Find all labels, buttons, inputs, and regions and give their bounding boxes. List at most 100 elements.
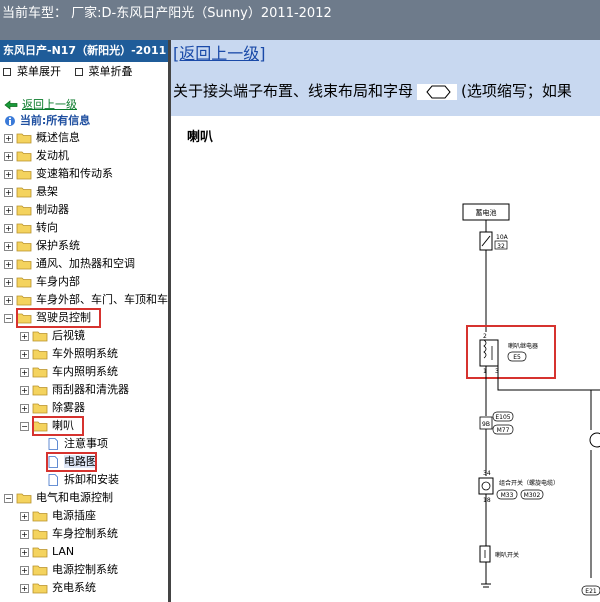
- section-title: 喇叭: [187, 130, 214, 145]
- description-tail: (选项缩写；如果: [461, 82, 572, 100]
- expand-toggle-icon[interactable]: +: [4, 133, 13, 143]
- expand-toggle-icon[interactable]: +: [20, 511, 29, 521]
- folder-icon: [32, 529, 48, 540]
- tree-item-label: 充电系统: [52, 581, 96, 594]
- expand-toggle-icon[interactable]: +: [20, 583, 29, 593]
- expand-toggle-icon[interactable]: +: [4, 277, 13, 287]
- tree-item-label: 保护系统: [36, 239, 80, 252]
- folder-icon: [16, 223, 32, 234]
- tree-item[interactable]: + 发动机: [4, 147, 69, 165]
- back-link[interactable]: 返回上一级: [22, 98, 77, 111]
- folder-icon: [32, 565, 48, 576]
- expand-toggle-icon[interactable]: +: [20, 385, 29, 395]
- folder-icon: [32, 547, 48, 558]
- tree-item[interactable]: + 充电系统: [20, 579, 96, 597]
- folder-icon: [32, 331, 48, 342]
- sidebar-controls: 菜单展开 菜单折叠: [0, 62, 168, 82]
- back-arrow-icon: [4, 100, 18, 110]
- tree-item-label: 通风、加热器和空调: [36, 257, 135, 270]
- tree-item-label: 除雾器: [52, 401, 85, 414]
- tree-item[interactable]: + 后视镜: [20, 327, 85, 345]
- collapse-toggle-icon[interactable]: −: [4, 493, 13, 503]
- folder-icon: [32, 403, 48, 414]
- tree-item[interactable]: + 电源控制系统: [20, 561, 118, 579]
- tree-item[interactable]: + 制动器: [4, 201, 69, 219]
- collapse-toggle-icon[interactable]: −: [4, 313, 13, 323]
- horn-icon: [589, 432, 600, 448]
- combination-switch: 34 组合开关（螺旋电缆） 18 M33 M302: [478, 470, 559, 504]
- tree-item[interactable]: + 悬架: [4, 183, 58, 201]
- tree-item[interactable]: + LAN: [20, 543, 74, 561]
- folder-icon: [16, 295, 32, 306]
- tree-item[interactable]: + 保护系统: [4, 237, 80, 255]
- tree-item-label: 车外照明系统: [52, 347, 118, 360]
- expand-toggle-icon[interactable]: +: [20, 403, 29, 413]
- tree-item[interactable]: − 电气和电源控制: [4, 489, 113, 507]
- current-location-label: 当前:所有信息: [19, 114, 91, 127]
- expand-toggle-icon[interactable]: +: [20, 367, 29, 377]
- collapse-all-button[interactable]: 菜单折叠: [74, 62, 133, 82]
- folder-icon: [16, 151, 32, 162]
- tree-item[interactable]: + 车内照明系统: [20, 363, 118, 381]
- sidebar-back-row[interactable]: 返回上一级: [4, 96, 77, 112]
- expand-toggle-icon[interactable]: +: [4, 259, 13, 269]
- expand-toggle-icon[interactable]: +: [4, 169, 13, 179]
- tree-item[interactable]: + 除雾器: [20, 399, 85, 417]
- tree-item-label: 电源插座: [52, 509, 96, 522]
- expand-toggle-icon[interactable]: +: [20, 529, 29, 539]
- document-icon: [48, 438, 58, 450]
- tree-item-label: 注意事项: [64, 437, 108, 450]
- content-back-link[interactable]: [返回上一级]: [173, 40, 266, 64]
- tree-item[interactable]: 注意事项: [48, 435, 108, 453]
- option-tag-icon: [417, 83, 458, 100]
- current-location: 当前:所有信息: [4, 112, 90, 128]
- tree-item[interactable]: + 变速箱和传动系: [4, 165, 113, 183]
- tree-item[interactable]: + 车外照明系统: [20, 345, 118, 363]
- tree-item[interactable]: + 车身内部: [4, 273, 80, 291]
- folder-icon: [16, 169, 32, 180]
- folder-icon: [16, 493, 32, 504]
- expand-toggle-icon[interactable]: +: [4, 241, 13, 251]
- sidebar-header: 东风日产-N17（新阳光）-2011: [0, 40, 168, 62]
- combo-switch-label: 组合开关（螺旋电缆）: [499, 479, 559, 487]
- tree-item[interactable]: + 雨刮器和清洗器: [20, 381, 129, 399]
- connector-e105: E105 9B M77: [479, 411, 514, 435]
- collapse-toggle-icon[interactable]: −: [20, 421, 29, 431]
- tree-item[interactable]: 拆卸和安装: [48, 471, 119, 489]
- tree-item-label: 制动器: [36, 203, 69, 216]
- tree-item[interactable]: + 车身外部、车门、车顶和车: [4, 291, 168, 309]
- horn-switch-label: 喇叭开关: [495, 551, 519, 559]
- connector-m302-label: M302: [524, 492, 541, 499]
- relay-name: 喇叭继电器: [508, 342, 538, 350]
- expand-toggle-icon[interactable]: +: [20, 547, 29, 557]
- tree-item[interactable]: + 通风、加热器和空调: [4, 255, 135, 273]
- fuse-rating: 10A: [496, 234, 509, 241]
- info-icon: [5, 116, 15, 126]
- tree-item[interactable]: + 转向: [4, 219, 58, 237]
- expand-toggle-icon[interactable]: +: [20, 565, 29, 575]
- connector-m77-label: M77: [497, 427, 510, 434]
- tree-item[interactable]: + 车身控制系统: [20, 525, 118, 543]
- tree-item-label: 雨刮器和清洗器: [52, 383, 129, 396]
- folder-icon: [16, 277, 32, 288]
- tree-item-label: 转向: [36, 221, 58, 234]
- expand-toggle-icon[interactable]: +: [4, 187, 13, 197]
- expand-toggle-icon[interactable]: +: [4, 295, 13, 305]
- expand-all-button[interactable]: 菜单展开: [3, 62, 61, 82]
- expand-toggle-icon[interactable]: +: [20, 331, 29, 341]
- relay-connector: E5: [513, 354, 521, 361]
- battery-block: 蓄电池: [462, 203, 510, 221]
- folder-icon: [32, 367, 48, 378]
- description-text: 关于接头端子布置、线束布局和字母: [173, 82, 414, 100]
- expand-toggle-icon[interactable]: +: [4, 151, 13, 161]
- highlight-box: [16, 308, 101, 328]
- folder-icon: [16, 205, 32, 216]
- folder-icon: [32, 385, 48, 396]
- tree-item[interactable]: + 概述信息: [4, 129, 80, 147]
- tree-item[interactable]: + 电源插座: [20, 507, 96, 525]
- expand-toggle-icon[interactable]: +: [20, 349, 29, 359]
- expand-toggle-icon[interactable]: +: [4, 223, 13, 233]
- content-pane: [返回上一级] 关于接头端子布置、线束布局和字母 (选项缩写；如果 喇叭 蓄电池 …: [171, 40, 600, 602]
- expand-toggle-icon[interactable]: +: [4, 205, 13, 215]
- connector-m33-label: M33: [501, 492, 514, 499]
